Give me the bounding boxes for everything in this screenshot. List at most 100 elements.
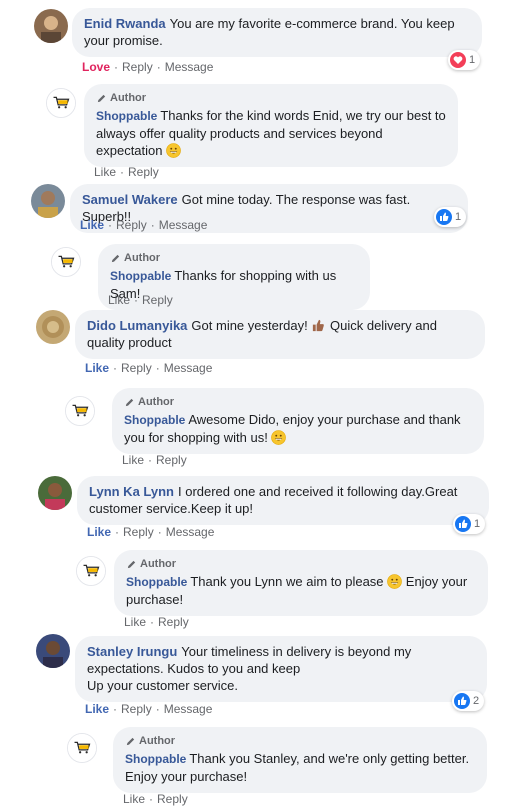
separator: ·: [120, 165, 125, 179]
reply-bubble: Author Shoppable Thank you Lynn we aim to…: [114, 550, 488, 616]
commenter-name[interactable]: Enid Rwanda: [84, 16, 166, 31]
message-button[interactable]: Message: [159, 218, 208, 232]
reply-actions: Like · Reply: [94, 165, 159, 179]
comment-bubble: Dido Lumanyika Got mine yesterday! Quick …: [75, 310, 485, 359]
separator: ·: [113, 702, 118, 716]
pen-icon: [110, 253, 121, 264]
page-name[interactable]: Shoppable: [124, 413, 185, 427]
reaction-count[interactable]: 1: [434, 207, 467, 227]
like-button[interactable]: Like: [94, 165, 116, 179]
author-badge: Author: [110, 251, 358, 265]
comment-bubble: Enid Rwanda You are my favorite e-commerc…: [72, 8, 482, 57]
reply-button[interactable]: Reply: [142, 293, 173, 307]
like-button[interactable]: Like: [123, 792, 145, 806]
grin-emoji-icon: [166, 143, 181, 158]
avatar[interactable]: [31, 184, 65, 218]
commenter-name[interactable]: Samuel Wakere: [82, 192, 178, 207]
page-avatar[interactable]: [65, 396, 95, 426]
comment-bubble: Lynn Ka Lynn I ordered one and received i…: [77, 476, 489, 525]
page-avatar[interactable]: [76, 556, 106, 586]
comment-bubble: Stanley Irungu Your timeliness in deliver…: [75, 636, 487, 702]
reply-bubble: Author Shoppable Awesome Dido, enjoy your…: [112, 388, 484, 454]
reaction-count[interactable]: 2: [452, 691, 485, 711]
commenter-name[interactable]: Stanley Irungu: [87, 644, 177, 659]
reply-actions: Like · Reply: [108, 293, 173, 307]
page-avatar[interactable]: [67, 733, 97, 763]
reply-button[interactable]: Reply: [128, 165, 159, 179]
separator: ·: [113, 361, 118, 375]
commenter-name[interactable]: Dido Lumanyika: [87, 318, 187, 333]
reply-button[interactable]: Reply: [156, 453, 187, 467]
reply-button[interactable]: Reply: [157, 792, 188, 806]
like-reaction-icon: [454, 693, 470, 709]
separator: ·: [114, 60, 119, 74]
avatar[interactable]: [38, 476, 72, 510]
page-avatar[interactable]: [46, 88, 76, 118]
love-button[interactable]: Love: [82, 60, 110, 74]
thumbs-up-emoji-icon: [313, 319, 325, 332]
commenter-name[interactable]: Lynn Ka Lynn: [89, 484, 174, 499]
comment-text: Got mine yesterday!: [191, 318, 308, 333]
reply-actions: Like · Reply: [123, 792, 188, 806]
separator: ·: [155, 702, 160, 716]
comment-actions: Like · Reply · Message: [85, 702, 212, 716]
like-reaction-icon: [455, 516, 471, 532]
avatar[interactable]: [34, 9, 68, 43]
like-button[interactable]: Like: [124, 615, 146, 629]
reaction-count[interactable]: 1: [453, 514, 486, 534]
separator: ·: [156, 60, 161, 74]
separator: ·: [115, 525, 120, 539]
shoppable-logo-icon: [68, 734, 96, 762]
reply-text: Thank you Lynn we aim to please: [190, 574, 384, 589]
comment-actions: Love · Reply · Message: [82, 60, 213, 74]
like-reaction-icon: [436, 209, 452, 225]
separator: ·: [157, 525, 162, 539]
reaction-count[interactable]: 1: [448, 50, 481, 70]
reply-actions: Like · Reply: [122, 453, 187, 467]
author-badge: Author: [96, 91, 446, 105]
separator: ·: [155, 361, 160, 375]
shoppable-logo-icon: [77, 557, 105, 585]
message-button[interactable]: Message: [164, 361, 213, 375]
reply-button[interactable]: Reply: [122, 60, 153, 74]
message-button[interactable]: Message: [165, 60, 214, 74]
pen-icon: [124, 397, 135, 408]
avatar[interactable]: [36, 310, 70, 344]
comment-actions: Like · Reply · Message: [80, 218, 207, 232]
reply-button[interactable]: Reply: [121, 361, 152, 375]
page-name[interactable]: Shoppable: [126, 575, 187, 589]
like-button[interactable]: Like: [80, 218, 104, 232]
avatar[interactable]: [36, 634, 70, 668]
message-button[interactable]: Message: [164, 702, 213, 716]
reply-bubble: Author Shoppable Thank you Stanley, and w…: [113, 727, 487, 793]
shoppable-logo-icon: [52, 248, 80, 276]
page-name[interactable]: Shoppable: [96, 109, 157, 123]
reply-button[interactable]: Reply: [121, 702, 152, 716]
reply-button[interactable]: Reply: [158, 615, 189, 629]
like-button[interactable]: Like: [85, 361, 109, 375]
reply-button[interactable]: Reply: [123, 525, 154, 539]
grin-emoji-icon: [271, 430, 286, 445]
shoppable-logo-icon: [47, 89, 75, 117]
separator: ·: [134, 293, 139, 307]
like-button[interactable]: Like: [87, 525, 111, 539]
page-name[interactable]: Shoppable: [110, 269, 171, 283]
comment-actions: Like · Reply · Message: [87, 525, 214, 539]
like-button[interactable]: Like: [85, 702, 109, 716]
author-badge: Author: [124, 395, 472, 409]
like-button[interactable]: Like: [122, 453, 144, 467]
author-badge: Author: [126, 557, 476, 571]
page-name[interactable]: Shoppable: [125, 752, 186, 766]
author-badge: Author: [125, 734, 475, 748]
pen-icon: [126, 559, 137, 570]
like-button[interactable]: Like: [108, 293, 130, 307]
pen-icon: [96, 93, 107, 104]
love-reaction-icon: [450, 52, 466, 68]
message-button[interactable]: Message: [166, 525, 215, 539]
reply-bubble: Author Shoppable Thanks for the kind word…: [84, 84, 458, 167]
separator: ·: [108, 218, 113, 232]
reply-actions: Like · Reply: [124, 615, 189, 629]
separator: ·: [149, 792, 154, 806]
reply-button[interactable]: Reply: [116, 218, 147, 232]
page-avatar[interactable]: [51, 247, 81, 277]
